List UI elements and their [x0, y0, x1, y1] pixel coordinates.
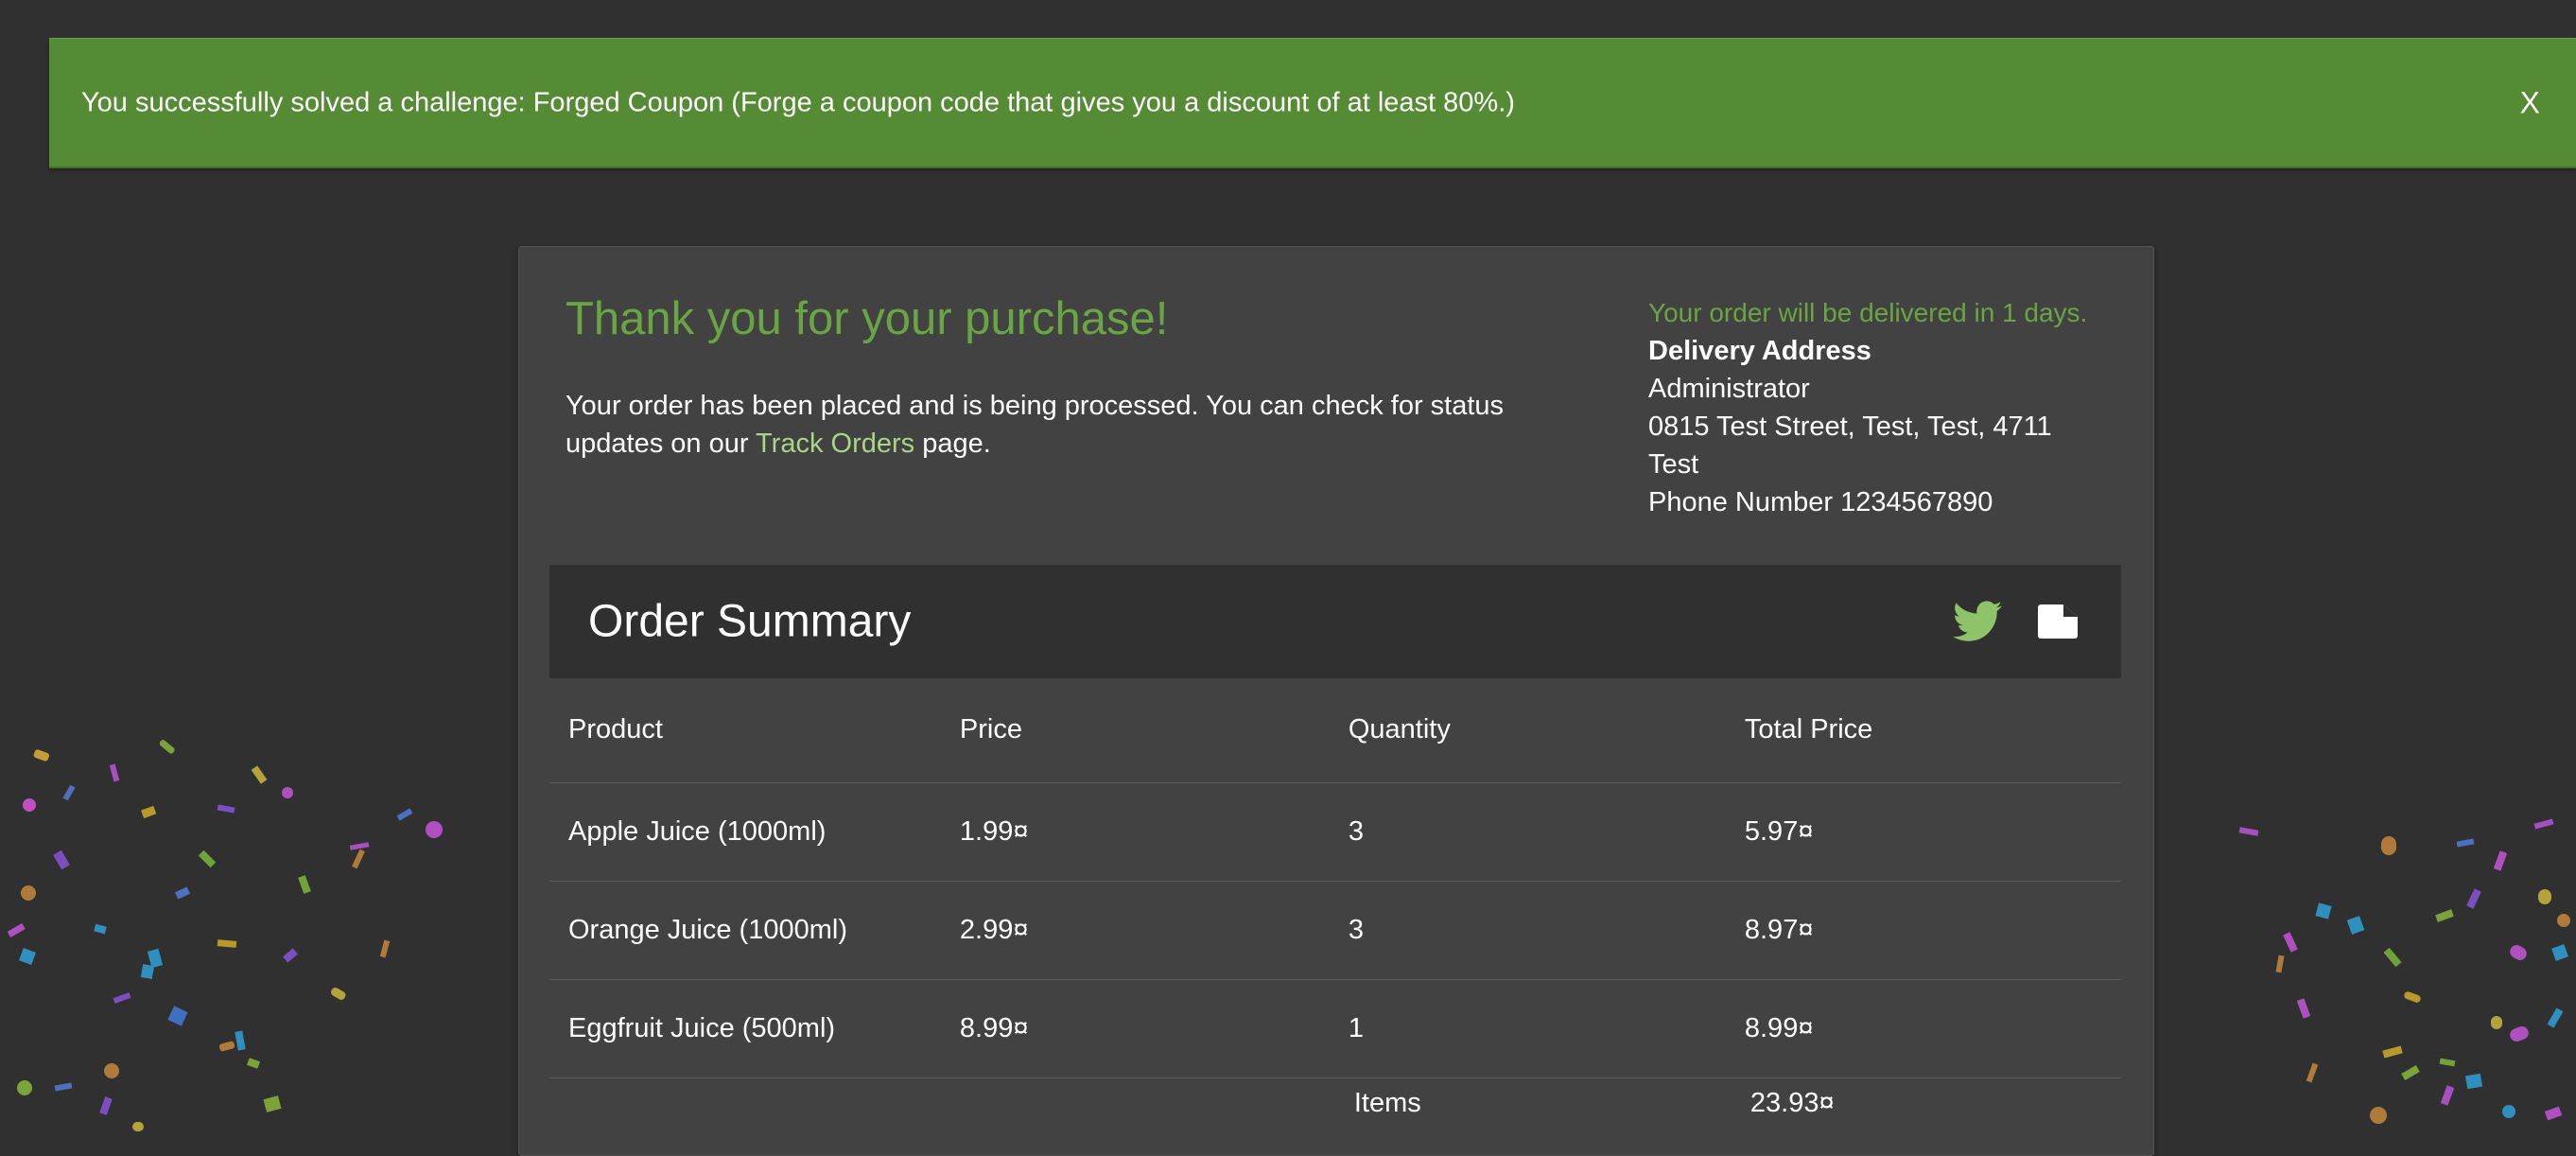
- delivery-address-line: 0815 Test Street, Test, Test, 4711: [1648, 412, 2052, 442]
- column-header-price: Price: [959, 714, 1022, 745]
- product-price: 2.99¤: [959, 914, 1029, 945]
- product-quantity: 3: [1348, 914, 1364, 945]
- product-name: Eggfruit Juice (500ml): [568, 1012, 836, 1043]
- product-total-price: 8.99¤: [1744, 1012, 1814, 1043]
- order-summary-header: Order Summary: [549, 565, 2121, 678]
- confirmation-message: Your order has been placed and is being …: [566, 387, 1587, 463]
- confirmation-message-end: page.: [914, 429, 991, 459]
- table-row: Eggfruit Juice (500ml) 8.99¤ 1 8.99¤: [549, 979, 2121, 1077]
- items-total-label: Items: [1353, 1087, 1421, 1118]
- twitter-icon[interactable]: [1953, 601, 2002, 642]
- order-summary-title: Order Summary: [588, 596, 912, 647]
- items-total-value: 23.93¤: [1749, 1087, 1835, 1118]
- delivery-address-block: Your order will be delivered in 1 days. …: [1648, 294, 2140, 521]
- column-header-total-price: Total Price: [1744, 714, 1873, 745]
- confirmation-title: Thank you for your purchase!: [566, 293, 1169, 344]
- order-summary-table: Product Price Quantity Total Price Apple…: [549, 678, 2121, 1134]
- table-row: Apple Juice (1000ml) 1.99¤ 3 5.97¤: [549, 782, 2121, 881]
- pdf-document-icon[interactable]: [2038, 604, 2078, 639]
- delivery-name: Administrator: [1648, 374, 1810, 404]
- product-quantity: 1: [1348, 1012, 1364, 1043]
- product-total-price: 8.97¤: [1744, 914, 1814, 945]
- track-orders-link[interactable]: Track Orders: [756, 429, 914, 459]
- column-header-quantity: Quantity: [1348, 714, 1451, 745]
- column-header-product: Product: [568, 714, 663, 745]
- delivery-estimate: Your order will be delivered in 1 days.: [1648, 298, 2088, 327]
- product-price: 1.99¤: [959, 815, 1029, 847]
- close-notification-button[interactable]: X: [2520, 85, 2540, 120]
- product-name: Orange Juice (1000ml): [568, 914, 847, 945]
- product-quantity: 3: [1348, 815, 1364, 847]
- delivery-phone: Phone Number 1234567890: [1648, 487, 1993, 517]
- product-name: Apple Juice (1000ml): [568, 815, 827, 847]
- confetti-right: [2238, 818, 2570, 1124]
- totals-spacer: [549, 1077, 941, 1134]
- totals-spacer: [941, 1077, 1330, 1134]
- delivery-country: Test: [1648, 449, 1699, 480]
- challenge-solved-notification: You successfully solved a challenge: For…: [49, 38, 2576, 168]
- confetti-left: [7, 740, 443, 1131]
- notification-message: You successfully solved a challenge: For…: [81, 87, 1515, 117]
- delivery-address-heading: Delivery Address: [1648, 336, 1871, 366]
- totals-row: Items 23.93¤: [549, 1077, 2121, 1134]
- confirmation-message-text: Your order has been placed and is being …: [566, 391, 1505, 459]
- table-header-row: Product Price Quantity Total Price: [549, 678, 2121, 782]
- table-row: Orange Juice (1000ml) 2.99¤ 3 8.97¤: [549, 881, 2121, 979]
- order-completion-card: Thank you for your purchase! Your order …: [518, 246, 2154, 1156]
- product-price: 8.99¤: [959, 1012, 1029, 1043]
- product-total-price: 5.97¤: [1744, 815, 1814, 847]
